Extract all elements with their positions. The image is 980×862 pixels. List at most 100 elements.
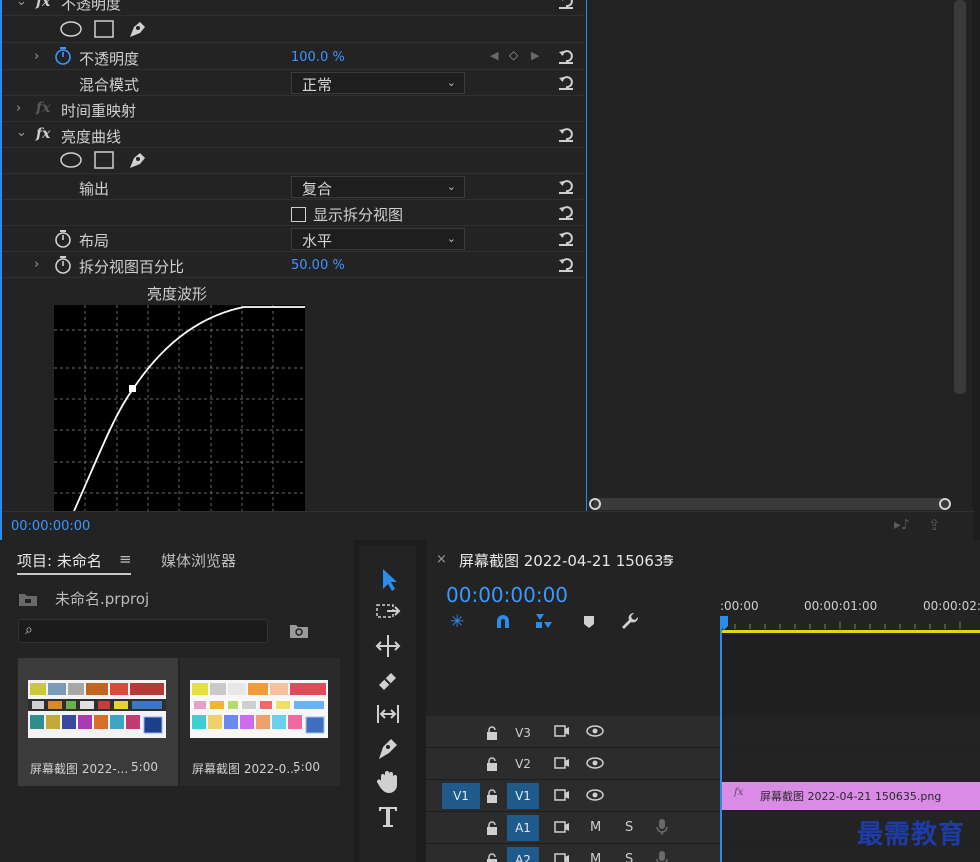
pen-mask-icon[interactable] [126, 19, 148, 39]
toggle-sync-lock-icon[interactable] [554, 756, 570, 770]
effect-keyframe-area[interactable] [586, 0, 972, 511]
ellipse-mask-icon[interactable] [60, 21, 82, 37]
track-target-label[interactable]: V1 [507, 783, 539, 809]
reset-icon[interactable] [556, 228, 576, 248]
project-item[interactable]: 屏幕截图 2022-... 5:00 [18, 658, 178, 786]
eye-icon[interactable] [586, 789, 604, 801]
output-dropdown[interactable]: 复合 ⌄ [291, 176, 465, 198]
reset-icon[interactable] [556, 72, 576, 92]
project-item[interactable]: 屏幕截图 2022-0... 5:00 [180, 658, 340, 786]
track-select-tool-icon[interactable] [373, 597, 403, 627]
chevron-right-icon[interactable]: › [34, 49, 39, 64]
track-target-label[interactable]: A2 [507, 847, 539, 862]
track-header-a1[interactable]: A1 M S [426, 812, 720, 844]
timeline-clip[interactable]: fx 屏幕截图 2022-04-21 150635.png [722, 782, 980, 810]
microphone-icon[interactable] [656, 850, 668, 862]
stopwatch-icon[interactable] [54, 230, 72, 248]
time-remap-row[interactable]: › fx 时间重映射 [2, 96, 584, 122]
reset-icon[interactable] [556, 176, 576, 196]
ripple-edit-tool-icon[interactable] [373, 631, 403, 661]
rectangle-mask-icon[interactable] [94, 20, 114, 38]
slip-tool-icon[interactable] [373, 699, 403, 729]
time-ruler[interactable]: :00:00 00:00:01:00 00:00:02: [720, 590, 980, 634]
razor-tool-icon[interactable] [373, 665, 403, 695]
fx-icon[interactable]: fx [36, 0, 50, 10]
next-keyframe-icon[interactable]: ▶ [531, 49, 539, 62]
reset-icon[interactable] [556, 254, 576, 274]
eye-icon[interactable] [586, 757, 604, 769]
track-body-v2[interactable] [720, 748, 980, 780]
tab-media-browser[interactable]: 媒体浏览器 [161, 550, 236, 571]
track-body-v3[interactable] [720, 716, 980, 748]
lock-icon[interactable] [486, 726, 498, 740]
opacity-section-row[interactable]: ⌄ fx 不透明度 [2, 0, 584, 16]
solo-button[interactable]: S [625, 820, 633, 835]
lock-icon[interactable] [486, 789, 498, 803]
timeline-timecode[interactable]: 00:00:00:00 [446, 583, 568, 607]
source-patch-v1[interactable]: V1 [442, 783, 480, 809]
layout-dropdown[interactable]: 水平 ⌄ [291, 228, 465, 250]
keyframe-icon[interactable]: ◇ [509, 48, 518, 62]
lock-icon[interactable] [486, 757, 498, 771]
fx-icon[interactable]: fx [36, 126, 50, 142]
luma-curve-graph[interactable] [54, 305, 305, 511]
play-audio-icon[interactable]: ▸♪ [894, 517, 910, 533]
toggle-sync-lock-icon[interactable] [554, 788, 570, 802]
playhead-line[interactable] [720, 618, 722, 862]
search-input[interactable]: ⌕ [18, 619, 268, 643]
stopwatch-icon[interactable] [54, 256, 72, 274]
chevron-down-icon[interactable]: ⌄ [16, 0, 27, 9]
track-body-v1[interactable]: fx 屏幕截图 2022-04-21 150635.png [720, 780, 980, 812]
reset-icon[interactable] [556, 0, 576, 11]
new-bin-search-icon[interactable] [289, 622, 309, 640]
toggle-sync-lock-icon[interactable] [554, 852, 570, 862]
add-marker-icon[interactable] [582, 614, 596, 630]
luma-curve-row[interactable]: ⌄ fx 亮度曲线 [2, 122, 584, 148]
timeline-empty-area[interactable] [720, 634, 980, 716]
type-tool-icon[interactable] [373, 801, 403, 831]
linked-selection-icon[interactable] [534, 612, 554, 630]
close-icon[interactable]: × [436, 552, 447, 567]
track-target-label[interactable]: A1 [507, 815, 539, 841]
toggle-sync-lock-icon[interactable] [554, 820, 570, 834]
lock-icon[interactable] [486, 821, 498, 835]
pen-tool-icon[interactable] [373, 733, 403, 763]
pen-mask-icon[interactable] [126, 150, 148, 170]
split-view-checkbox[interactable] [291, 207, 306, 222]
blend-mode-dropdown[interactable]: 正常 ⌄ [291, 72, 465, 94]
rectangle-mask-icon[interactable] [94, 151, 114, 169]
track-header-v2[interactable]: V2 [426, 748, 720, 780]
snap-icon[interactable] [494, 612, 512, 630]
chevron-down-icon[interactable]: ⌄ [16, 125, 27, 140]
tab-menu-icon[interactable]: ≡ [119, 550, 132, 568]
track-header-v1[interactable]: V1 V1 [426, 780, 720, 812]
sequence-title[interactable]: 屏幕截图 2022-04-21 150635 [459, 550, 673, 571]
reset-icon[interactable] [556, 202, 576, 222]
track-target-label[interactable]: V3 [507, 720, 539, 746]
reset-icon[interactable] [556, 124, 576, 144]
mute-button[interactable]: M [590, 820, 601, 835]
stopwatch-icon[interactable] [54, 47, 72, 65]
mute-button[interactable]: M [590, 852, 601, 862]
toggle-sync-lock-icon[interactable] [554, 724, 570, 738]
wrench-icon[interactable] [620, 611, 640, 631]
microphone-icon[interactable] [656, 818, 668, 836]
effect-vertical-scrollbar[interactable] [954, 0, 966, 394]
reset-icon[interactable] [556, 46, 576, 66]
lock-icon[interactable] [486, 853, 498, 862]
track-header-a2[interactable]: A2 M S [426, 844, 720, 862]
ellipse-mask-icon[interactable] [60, 152, 82, 168]
selection-tool-icon[interactable] [373, 564, 403, 594]
hand-tool-icon[interactable] [373, 767, 403, 797]
prev-keyframe-icon[interactable]: ◀ [490, 49, 498, 62]
eye-icon[interactable] [586, 725, 604, 737]
split-percent-value[interactable]: 50.00 % [291, 258, 345, 273]
chevron-right-icon[interactable]: › [34, 257, 39, 272]
opacity-value[interactable]: 100.0 % [291, 50, 345, 65]
effect-timecode[interactable]: 00:00:00:00 [11, 519, 90, 534]
export-icon[interactable]: ⇪ [928, 516, 941, 534]
solo-button[interactable]: S [625, 852, 633, 862]
tab-project[interactable]: 项目: 未命名 [17, 550, 102, 571]
chevron-right-icon[interactable]: › [16, 101, 21, 116]
nest-icon[interactable]: ✳ [450, 612, 464, 632]
